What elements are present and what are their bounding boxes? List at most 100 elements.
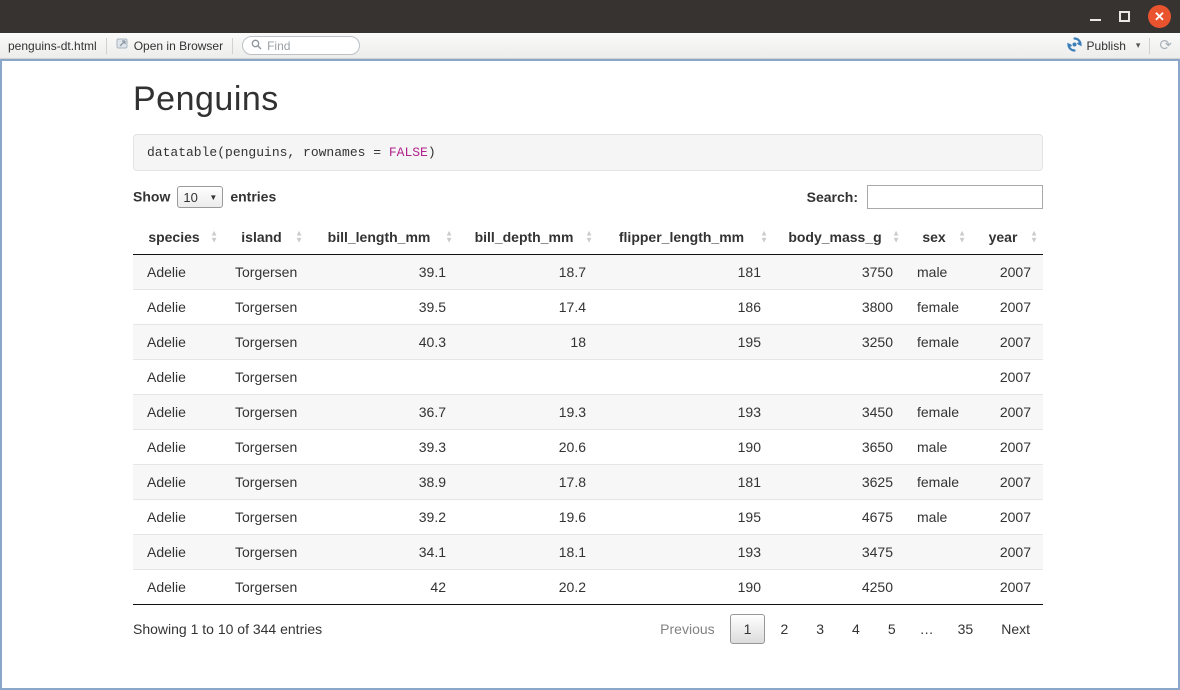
close-button[interactable]: ✕ (1148, 5, 1171, 28)
column-header-year[interactable]: year▲▼ (971, 220, 1043, 255)
column-header-species[interactable]: species▲▼ (133, 220, 223, 255)
table-cell-bill_depth_mm (458, 360, 598, 395)
sort-both-icon: ▲▼ (760, 231, 768, 244)
find-box[interactable] (242, 36, 360, 55)
table-cell-island: Torgersen (223, 255, 308, 290)
maximize-button[interactable] (1119, 11, 1130, 22)
code-text: datatable(penguins, rownames = (147, 145, 389, 160)
table-cell-island: Torgersen (223, 570, 308, 605)
table-info: Showing 1 to 10 of 344 entries (133, 621, 322, 637)
table-cell-body_mass_g: 3475 (773, 535, 905, 570)
table-row: AdelieTorgersen2007 (133, 360, 1043, 395)
table-cell-year: 2007 (971, 325, 1043, 360)
table-cell-body_mass_g: 4675 (773, 500, 905, 535)
table-search-input[interactable] (867, 185, 1043, 209)
table-cell-bill_depth_mm: 20.2 (458, 570, 598, 605)
table-cell-sex: female (905, 290, 971, 325)
table-row: AdelieTorgersen39.517.41863800female2007 (133, 290, 1043, 325)
document-content: Penguins datatable(penguins, rownames = … (2, 61, 1047, 644)
publish-icon (1067, 37, 1082, 55)
table-cell-year: 2007 (971, 360, 1043, 395)
table-cell-island: Torgersen (223, 465, 308, 500)
table-cell-year: 2007 (971, 395, 1043, 430)
column-header-label: bill_length_mm (328, 229, 431, 245)
table-cell-year: 2007 (971, 535, 1043, 570)
table-cell-sex (905, 570, 971, 605)
table-cell-body_mass_g: 3450 (773, 395, 905, 430)
column-header-flipper_length_mm[interactable]: flipper_length_mm▲▼ (598, 220, 773, 255)
refresh-icon[interactable]: ⟳ (1159, 38, 1172, 53)
page-4-button[interactable]: 4 (839, 614, 873, 644)
table-cell-bill_length_mm: 39.1 (308, 255, 458, 290)
close-icon: ✕ (1154, 9, 1165, 24)
column-header-island[interactable]: island▲▼ (223, 220, 308, 255)
table-cell-flipper_length_mm: 195 (598, 500, 773, 535)
table-cell-species: Adelie (133, 255, 223, 290)
column-header-bill_depth_mm[interactable]: bill_depth_mm▲▼ (458, 220, 598, 255)
table-body: AdelieTorgersen39.118.71813750male2007Ad… (133, 255, 1043, 605)
publish-button[interactable]: Publish ▾ (1067, 37, 1141, 55)
table-row: AdelieTorgersen40.3181953250female2007 (133, 325, 1043, 360)
table-cell-body_mass_g: 3625 (773, 465, 905, 500)
table-cell-island: Torgersen (223, 290, 308, 325)
find-input[interactable] (267, 39, 345, 53)
show-label: Show (133, 189, 170, 205)
sort-both-icon: ▲▼ (295, 231, 303, 244)
table-cell-species: Adelie (133, 290, 223, 325)
table-cell-sex: male (905, 500, 971, 535)
page-3-button[interactable]: 3 (803, 614, 837, 644)
table-cell-body_mass_g: 3750 (773, 255, 905, 290)
table-cell-bill_depth_mm: 17.8 (458, 465, 598, 500)
table-cell-year: 2007 (971, 570, 1043, 605)
viewer-toolbar: penguins-dt.html Open in Browser Publish… (0, 33, 1180, 59)
sort-both-icon: ▲▼ (210, 231, 218, 244)
table-cell-sex: male (905, 430, 971, 465)
table-cell-bill_length_mm: 34.1 (308, 535, 458, 570)
table-cell-body_mass_g (773, 360, 905, 395)
table-cell-flipper_length_mm: 195 (598, 325, 773, 360)
table-row: AdelieTorgersen38.917.81813625female2007 (133, 465, 1043, 500)
sort-both-icon: ▲▼ (445, 231, 453, 244)
table-cell-species: Adelie (133, 395, 223, 430)
table-cell-island: Torgersen (223, 500, 308, 535)
table-cell-species: Adelie (133, 500, 223, 535)
datatable-controls: Show10▼entries Search: (133, 185, 1043, 209)
column-header-bill_length_mm[interactable]: bill_length_mm ▲▼ (308, 220, 458, 255)
previous-button[interactable]: Previous (647, 614, 727, 644)
table-cell-bill_depth_mm: 20.6 (458, 430, 598, 465)
page-2-button[interactable]: 2 (767, 614, 801, 644)
table-cell-bill_depth_mm: 19.3 (458, 395, 598, 430)
window-titlebar: ✕ (0, 0, 1180, 33)
open-in-browser-button[interactable]: Open in Browser (116, 38, 223, 53)
table-cell-year: 2007 (971, 430, 1043, 465)
toolbar-separator (232, 38, 233, 54)
open-in-browser-label: Open in Browser (134, 39, 223, 53)
table-cell-sex (905, 360, 971, 395)
table-row: AdelieTorgersen34.118.119334752007 (133, 535, 1043, 570)
table-cell-flipper_length_mm: 193 (598, 535, 773, 570)
next-button[interactable]: Next (988, 614, 1043, 644)
table-cell-bill_depth_mm: 18.1 (458, 535, 598, 570)
table-cell-flipper_length_mm: 190 (598, 430, 773, 465)
page-35-button[interactable]: 35 (945, 614, 987, 644)
table-cell-body_mass_g: 4250 (773, 570, 905, 605)
penguins-table: species▲▼island▲▼ bill_length_mm ▲▼ bill_de… (133, 220, 1043, 605)
page-length-select[interactable]: 10▼ (177, 186, 223, 208)
search-icon (251, 39, 262, 53)
table-cell-island: Torgersen (223, 430, 308, 465)
column-header-sex[interactable]: sex▲▼ (905, 220, 971, 255)
page-1-button[interactable]: 1 (730, 614, 766, 644)
entries-label: entries (230, 189, 276, 205)
table-cell-sex: male (905, 255, 971, 290)
page-5-button[interactable]: 5 (875, 614, 909, 644)
table-cell-flipper_length_mm: 186 (598, 290, 773, 325)
page-length-value: 10 (183, 190, 197, 205)
page-length-control: Show 10▼ entries (133, 186, 276, 208)
code-text: ) (428, 145, 436, 160)
table-cell-bill_length_mm: 36.7 (308, 395, 458, 430)
table-cell-bill_depth_mm: 19.6 (458, 500, 598, 535)
column-header-label: bill_depth_mm (475, 229, 574, 245)
table-cell-year: 2007 (971, 290, 1043, 325)
column-header-body_mass_g[interactable]: body_mass_g▲▼ (773, 220, 905, 255)
table-cell-bill_length_mm (308, 360, 458, 395)
